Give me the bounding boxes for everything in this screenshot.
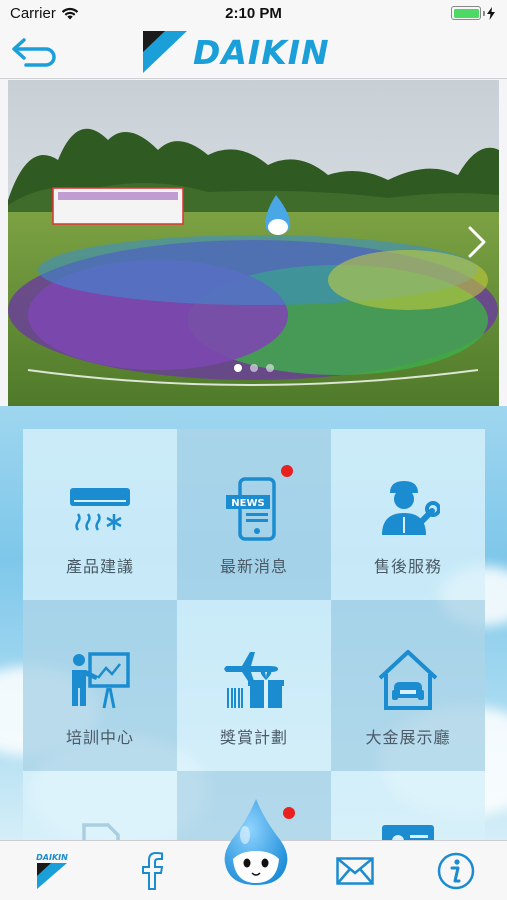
- menu-label-products: 產品建議: [65, 559, 134, 576]
- battery-icon: [451, 6, 495, 20]
- page-dot[interactable]: [265, 364, 274, 372]
- crowd: [8, 235, 498, 380]
- menu-item-news[interactable]: NEWS 最新消息: [177, 429, 331, 600]
- menu-label-news: 最新消息: [219, 559, 288, 576]
- back-button[interactable]: [10, 36, 60, 70]
- daikin-logo-icon: DAIKIN: [36, 853, 68, 889]
- brand-name: DAIKIN: [193, 32, 330, 72]
- svg-text:DAIKIN: DAIKIN: [36, 853, 68, 862]
- daikin-logo: DAIKIN: [143, 29, 330, 75]
- plane-gift-icon: [222, 648, 286, 712]
- navigation-bar: DAIKIN: [0, 28, 507, 79]
- mascot-icon: [224, 799, 288, 885]
- tab-daikin[interactable]: DAIKIN: [30, 849, 74, 893]
- house-sofa-icon: [376, 648, 440, 712]
- menu-item-showroom[interactable]: 大金展示廳: [331, 600, 485, 771]
- menu-label-showroom: 大金展示廳: [365, 730, 451, 747]
- chevron-right-icon: [468, 226, 486, 258]
- mail-icon: [336, 857, 374, 885]
- technician-wrench-icon: [376, 477, 440, 541]
- mascot-button[interactable]: [221, 797, 291, 889]
- carousel-page-indicator[interactable]: [8, 364, 499, 372]
- menu-item-service[interactable]: 售後服務: [331, 429, 485, 600]
- tab-info[interactable]: [434, 849, 478, 893]
- charging-bolt-icon: [487, 6, 495, 20]
- info-icon: [437, 852, 475, 890]
- daikin-logo-mark-icon: [143, 31, 187, 73]
- menu-label-service: 售後服務: [373, 559, 442, 576]
- menu-item-training[interactable]: 培訓中心: [23, 600, 177, 771]
- page-dot[interactable]: [233, 364, 242, 372]
- banner-carousel[interactable]: [8, 80, 499, 406]
- back-arrow-icon: [12, 38, 56, 67]
- status-time: 2:10 PM: [225, 5, 282, 22]
- tab-facebook[interactable]: [130, 849, 174, 893]
- menu-item-products[interactable]: 產品建議: [23, 429, 177, 600]
- menu-label-training: 培訓中心: [65, 730, 134, 747]
- news-notification-badge: [281, 465, 293, 477]
- page-dot[interactable]: [249, 364, 258, 372]
- status-bar: Carrier 2:10 PM: [0, 0, 507, 28]
- tab-mail[interactable]: [333, 849, 377, 893]
- air-conditioner-icon: [68, 477, 132, 541]
- svg-text:NEWS: NEWS: [231, 498, 264, 509]
- banner-next-button[interactable]: [465, 225, 489, 259]
- menu-label-rewards: 獎賞計劃: [219, 730, 288, 747]
- presentation-board-icon: [68, 648, 132, 712]
- mascot-notification-badge: [283, 807, 295, 819]
- facebook-icon: [142, 852, 164, 890]
- banner-photo: [8, 80, 499, 406]
- menu-item-rewards[interactable]: 獎賞計劃: [177, 600, 331, 771]
- news-phone-icon: NEWS: [222, 477, 286, 541]
